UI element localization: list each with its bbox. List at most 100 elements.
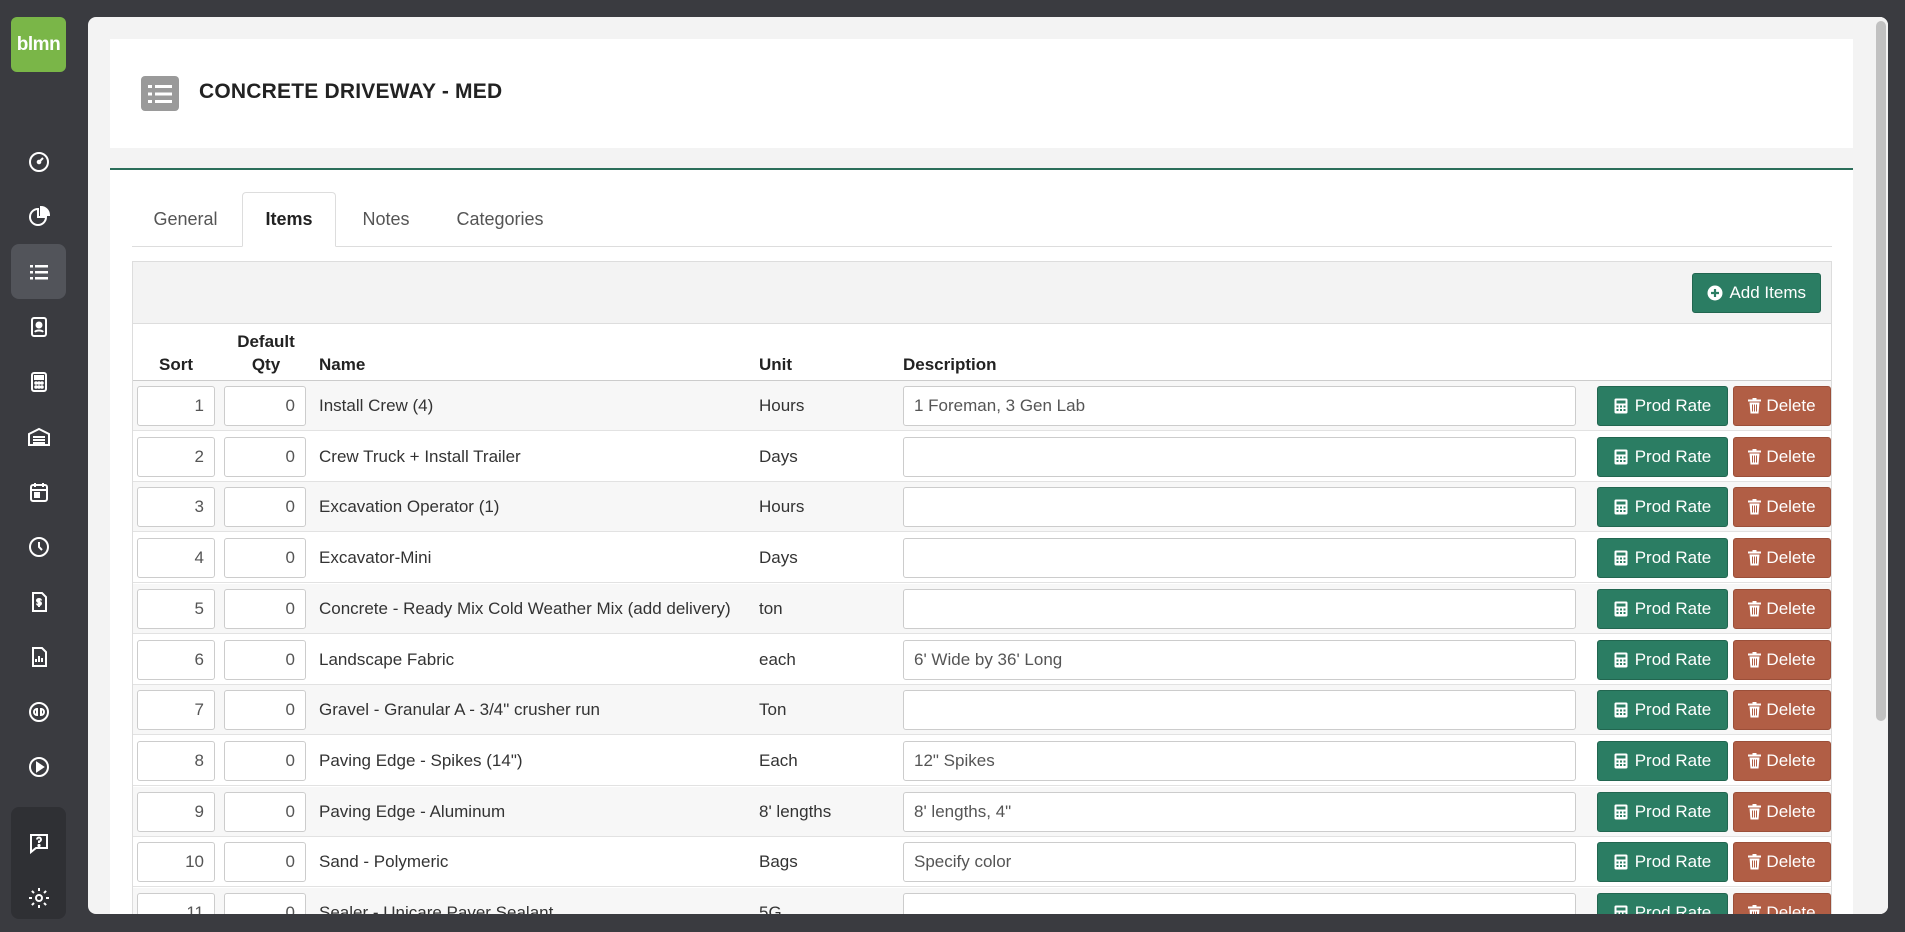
nav-settings[interactable] — [11, 870, 66, 925]
sort-input[interactable]: 6 — [137, 639, 215, 680]
content-area: General Items Notes Categories Add Items… — [110, 168, 1853, 914]
nav-timesheets[interactable] — [11, 519, 66, 574]
tab-general[interactable]: General — [132, 192, 239, 247]
delete-button[interactable]: Delete — [1733, 538, 1831, 579]
item-name: Excavator-Mini — [319, 548, 432, 568]
description-input[interactable] — [903, 893, 1576, 914]
delete-button[interactable]: Delete — [1733, 791, 1831, 832]
delete-label: Delete — [1766, 598, 1816, 618]
prod-rate-button[interactable]: Prod Rate — [1597, 436, 1728, 477]
item-name: Concrete - Ready Mix Cold Weather Mix (a… — [319, 598, 731, 618]
tab-items[interactable]: Items — [242, 192, 336, 247]
app-logo[interactable]: blmn — [11, 17, 66, 72]
delete-button[interactable]: Delete — [1733, 436, 1831, 477]
description-input[interactable] — [903, 588, 1576, 629]
description-input[interactable]: Specify color — [903, 842, 1576, 883]
calculator-icon — [30, 371, 47, 392]
delete-button[interactable]: Delete — [1733, 588, 1831, 629]
nav-dashboard[interactable] — [11, 134, 66, 189]
nav-schedule[interactable] — [11, 464, 66, 519]
prod-rate-label: Prod Rate — [1634, 548, 1712, 568]
prod-rate-label: Prod Rate — [1634, 497, 1712, 517]
prod-rate-button[interactable]: Prod Rate — [1597, 538, 1728, 579]
prod-rate-button[interactable]: Prod Rate — [1597, 791, 1728, 832]
description-input[interactable] — [903, 690, 1576, 731]
nav-estimates[interactable] — [11, 354, 66, 409]
description-input[interactable]: 12" Spikes — [903, 740, 1576, 781]
delete-button[interactable]: Delete — [1733, 690, 1831, 731]
default-qty-input[interactable]: 0 — [224, 639, 306, 680]
table-header: Sort Default Qty Name Unit Description — [133, 324, 1831, 381]
sort-input[interactable]: 1 — [137, 386, 215, 426]
quickbooks-icon — [28, 701, 49, 722]
default-qty-input[interactable]: 0 — [224, 842, 306, 883]
sort-input[interactable]: 10 — [137, 842, 215, 883]
prod-rate-button[interactable]: Prod Rate — [1597, 690, 1728, 731]
default-qty-input[interactable]: 0 — [224, 740, 306, 781]
main-panel: CONCRETE DRIVEWAY - MED General Items No… — [88, 17, 1888, 914]
nav-reports-pie[interactable] — [11, 189, 66, 244]
prod-rate-button[interactable]: Prod Rate — [1597, 386, 1728, 426]
nav-tutorials[interactable] — [11, 739, 66, 794]
description-input[interactable] — [903, 436, 1576, 477]
nav-lists[interactable] — [11, 244, 66, 299]
delete-label: Delete — [1766, 750, 1816, 770]
delete-button[interactable]: Delete — [1733, 639, 1831, 680]
nav-quickbooks[interactable] — [11, 684, 66, 739]
calculator-icon — [1614, 854, 1628, 870]
default-qty-input[interactable]: 0 — [224, 893, 306, 914]
sort-input[interactable]: 7 — [137, 690, 215, 731]
prod-rate-button[interactable]: Prod Rate — [1597, 487, 1728, 528]
nav-reports[interactable] — [11, 629, 66, 684]
sort-input[interactable]: 11 — [137, 893, 215, 914]
table-row: 4 0 Excavator-Mini Days Prod Rate Delete — [133, 533, 1831, 584]
default-qty-input[interactable]: 0 — [224, 436, 306, 477]
default-qty-input[interactable]: 0 — [224, 791, 306, 832]
tab-categories[interactable]: Categories — [437, 192, 563, 247]
delete-button[interactable]: Delete — [1733, 487, 1831, 528]
description-input[interactable] — [903, 487, 1576, 528]
delete-button[interactable]: Delete — [1733, 740, 1831, 781]
sort-input[interactable]: 8 — [137, 740, 215, 781]
plus-circle-icon — [1707, 285, 1723, 301]
description-input[interactable]: 8' lengths, 4" — [903, 791, 1576, 832]
tab-notes[interactable]: Notes — [338, 192, 434, 247]
default-qty-input[interactable]: 0 — [224, 386, 306, 426]
prod-rate-label: Prod Rate — [1634, 801, 1712, 821]
sort-input[interactable]: 2 — [137, 436, 215, 477]
description-input[interactable] — [903, 538, 1576, 579]
scrollbar-thumb[interactable] — [1876, 21, 1886, 721]
delete-button[interactable]: Delete — [1733, 386, 1831, 426]
delete-button[interactable]: Delete — [1733, 842, 1831, 883]
prod-rate-label: Prod Rate — [1634, 903, 1712, 914]
sort-input[interactable]: 5 — [137, 588, 215, 629]
trash-icon — [1748, 600, 1762, 617]
prod-rate-button[interactable]: Prod Rate — [1597, 639, 1728, 680]
nav-help[interactable] — [11, 815, 66, 870]
prod-rate-button[interactable]: Prod Rate — [1597, 740, 1728, 781]
nav-contacts[interactable] — [11, 299, 66, 354]
sort-input[interactable]: 3 — [137, 487, 215, 528]
description-input[interactable]: 1 Foreman, 3 Gen Lab — [903, 386, 1576, 426]
description-input[interactable]: 6' Wide by 36' Long — [903, 639, 1576, 680]
items-table: Add Items Sort Default Qty Name Unit Des… — [132, 261, 1832, 914]
header-name: Name — [319, 355, 366, 374]
delete-button[interactable]: Delete — [1733, 893, 1831, 914]
default-qty-input[interactable]: 0 — [224, 487, 306, 528]
sort-input[interactable]: 4 — [137, 538, 215, 579]
scrollbar[interactable] — [1874, 17, 1888, 914]
item-unit: 5G — [759, 903, 782, 914]
default-qty-input[interactable]: 0 — [224, 588, 306, 629]
add-items-button[interactable]: Add Items — [1692, 273, 1821, 313]
default-qty-input[interactable]: 0 — [224, 690, 306, 731]
nav-invoices[interactable] — [11, 574, 66, 629]
sort-input[interactable]: 9 — [137, 791, 215, 832]
default-qty-input[interactable]: 0 — [224, 538, 306, 579]
list-icon — [29, 264, 48, 279]
item-unit: Hours — [759, 396, 805, 415]
prod-rate-button[interactable]: Prod Rate — [1597, 893, 1728, 914]
nav-inventory[interactable] — [11, 409, 66, 464]
prod-rate-button[interactable]: Prod Rate — [1597, 842, 1728, 883]
prod-rate-button[interactable]: Prod Rate — [1597, 588, 1728, 629]
prod-rate-label: Prod Rate — [1634, 598, 1712, 618]
